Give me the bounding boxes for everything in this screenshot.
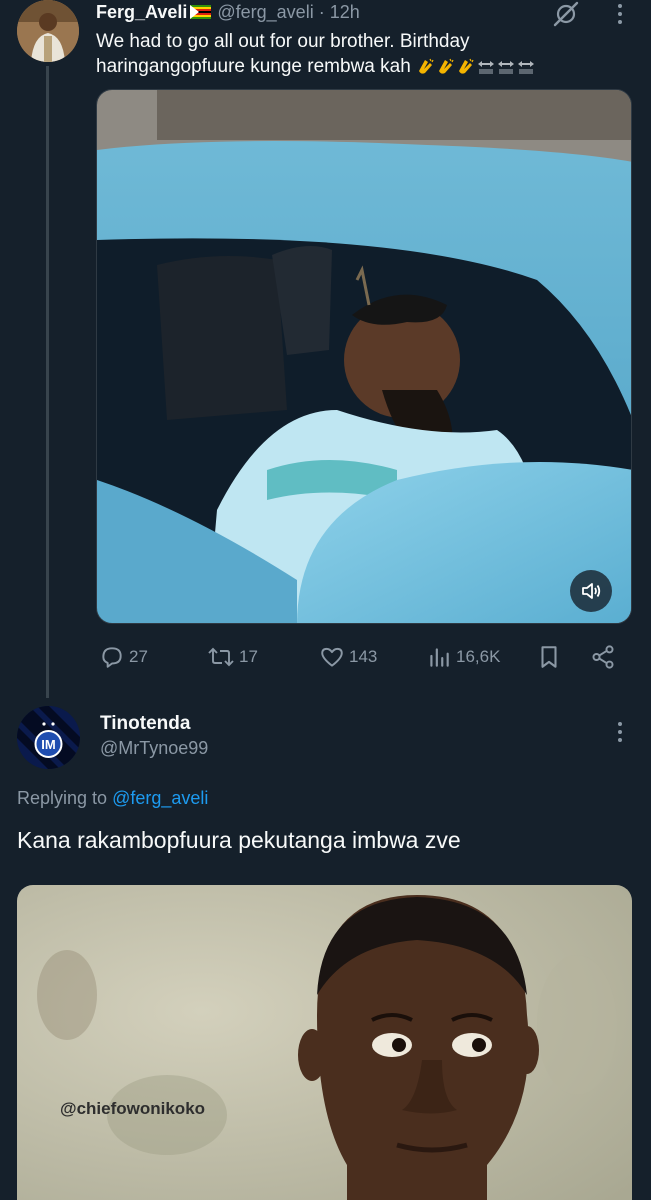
on-arrow-icon [518,61,535,74]
replying-to-line: Replying to @ferg_aveli [17,788,208,809]
tweet-video[interactable] [96,89,632,624]
svg-text:IM: IM [41,737,55,752]
reply-author-name[interactable]: Tinotenda [100,713,190,735]
like-count: 143 [349,647,378,666]
tweet-timestamp[interactable]: 12h [330,2,360,23]
repost-icon [208,647,234,667]
repost-button[interactable]: 17 [207,638,258,676]
heart-icon [321,647,343,667]
zimbabwe-flag-icon [190,5,212,19]
replying-to-label: Replying to [17,788,113,808]
reply-button[interactable]: 27 [99,638,148,676]
author-name[interactable]: Ferg_Aveli [96,2,187,23]
reply-author-handle[interactable]: @MrTynoe99 [100,738,208,759]
separator-dot: · [318,1,325,22]
views-button[interactable]: 16,6K [426,638,500,676]
grok-icon[interactable] [552,0,580,28]
repost-count: 17 [239,647,258,666]
like-button[interactable]: 143 [319,638,377,676]
avatar-image [17,0,79,62]
image-watermark: @chiefowonikoko [60,1099,206,1118]
clapping-hands-icon [459,58,474,74]
reply-author-avatar[interactable]: IM [17,706,80,769]
on-arrow-icon [478,61,495,74]
share-button[interactable] [590,638,620,676]
reply-icon [102,647,122,668]
unmute-button[interactable] [570,570,612,612]
reply-count: 27 [129,647,148,666]
reply-text: Kana rakambopfuura pekutanga imbwa zve [17,827,461,853]
reply-image-photo [17,885,632,1200]
analytics-icon [430,648,449,667]
inter-logo-icon: IM [17,706,80,769]
tweet-action-bar: 27 17 143 16,6K [96,638,631,676]
replying-to-mention[interactable]: @ferg_aveli [112,788,208,808]
emoji-row [411,56,536,77]
reply-more-options-icon[interactable] [608,718,632,746]
thread-connector-line [46,66,49,698]
tweet-text-block: We had to go all out for our brother. Bi… [96,29,621,79]
more-options-icon[interactable] [608,0,632,28]
bookmark-button[interactable] [536,638,566,676]
speaker-icon [582,583,601,599]
clapping-hands-icon [419,58,434,74]
on-arrow-icon [498,61,515,74]
clapping-hands-icon [439,58,454,74]
tweet-header: Ferg_Aveli @ferg_aveli · 12h [96,1,360,23]
author-avatar[interactable] [17,0,79,62]
video-frame-image [97,90,631,623]
author-handle[interactable]: @ferg_aveli [217,2,313,23]
bookmark-icon [541,646,557,668]
share-icon [592,645,614,669]
reply-image[interactable] [17,885,632,1200]
view-count: 16,6K [456,647,501,666]
